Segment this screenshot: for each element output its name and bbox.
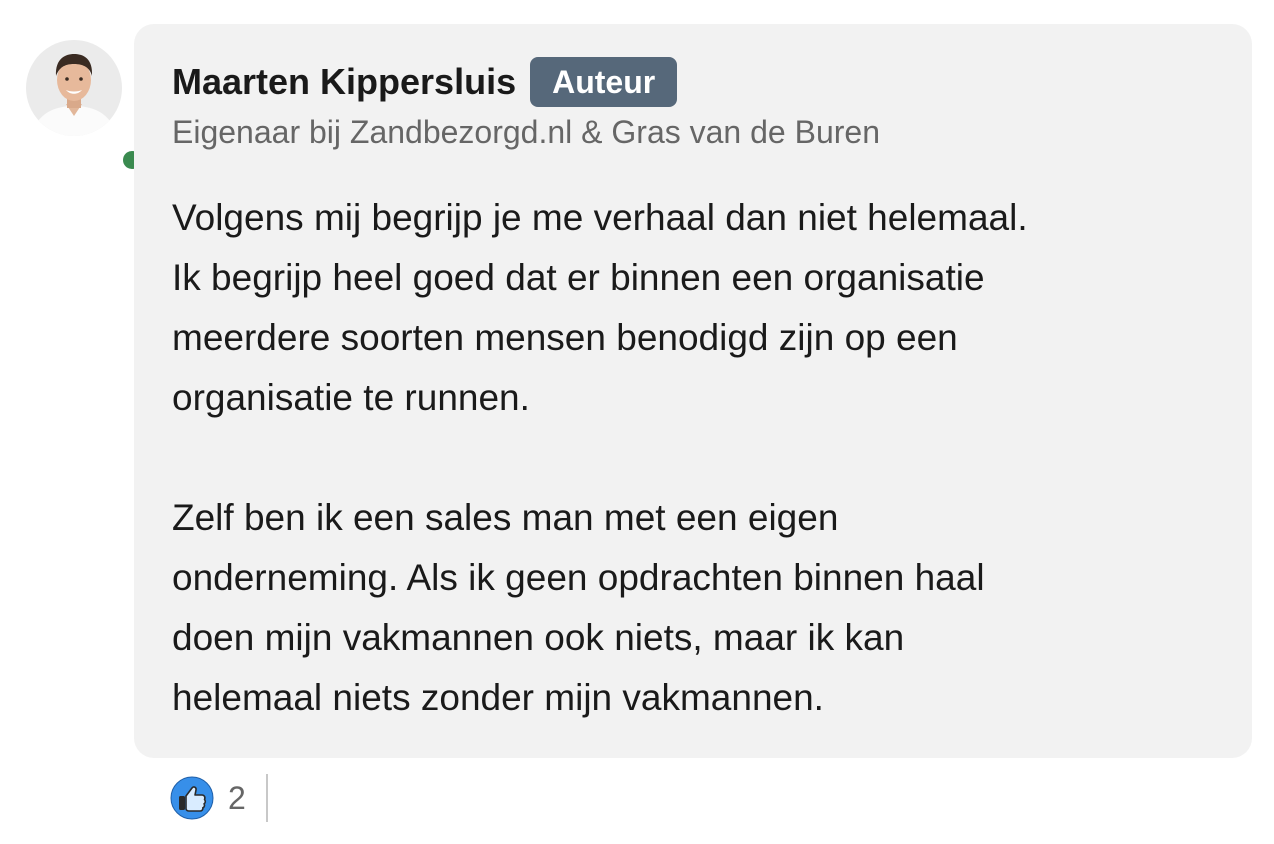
like-icon[interactable] bbox=[170, 776, 214, 820]
author-row: Maarten Kippersluis Auteur bbox=[172, 56, 678, 108]
author-avatar[interactable] bbox=[26, 40, 144, 172]
comment-paragraph: Volgens mij begrijp je me verhaal dan ni… bbox=[172, 197, 1028, 418]
author-headline: Eigenaar bij Zandbezorgd.nl & Gras van d… bbox=[172, 114, 880, 150]
comment-text: Volgens mij begrijp je me verhaal dan ni… bbox=[172, 188, 1232, 728]
author-badge: Auteur bbox=[530, 57, 678, 107]
reaction-count[interactable]: 2 bbox=[228, 780, 246, 817]
author-name[interactable]: Maarten Kippersluis bbox=[172, 61, 516, 103]
comment-paragraph: Zelf ben ik een sales man met een eigen … bbox=[172, 497, 985, 718]
comment: Maarten Kippersluis Auteur Eigenaar bij … bbox=[0, 0, 1274, 844]
avatar bbox=[26, 40, 122, 136]
divider bbox=[265, 774, 268, 822]
reactions-bar: 2 bbox=[170, 774, 268, 822]
comment-bubble: Maarten Kippersluis Auteur Eigenaar bij … bbox=[134, 24, 1252, 758]
